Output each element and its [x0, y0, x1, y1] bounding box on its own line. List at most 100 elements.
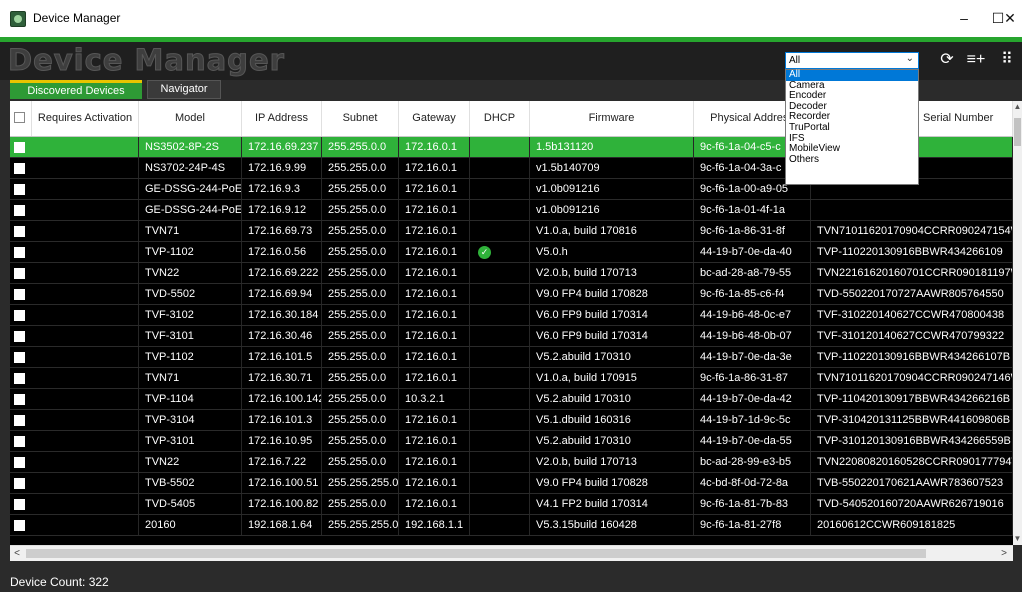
- tab-discovered-devices[interactable]: Discovered Devices: [10, 80, 142, 99]
- row-checkbox[interactable]: [14, 205, 25, 216]
- table-row[interactable]: TVN71 172.16.69.73 255.255.0.0 172.16.0.1 V1…: [10, 221, 1013, 242]
- gateway-cell: 172.16.0.1: [399, 410, 470, 430]
- column-header-model[interactable]: Model: [139, 101, 242, 136]
- row-checkbox[interactable]: [14, 184, 25, 195]
- chevron-down-icon: ⌄: [905, 53, 914, 64]
- subnet-cell: 255.255.0.0: [322, 410, 399, 430]
- scroll-left-icon[interactable]: <: [10, 546, 24, 561]
- column-header-firmware[interactable]: Firmware: [530, 101, 694, 136]
- minimize-button[interactable]: –: [950, 6, 978, 30]
- row-checkbox[interactable]: [14, 436, 25, 447]
- table-row[interactable]: TVD-5405 172.16.100.82 255.255.0.0 172.16.0…: [10, 494, 1013, 515]
- row-checkbox[interactable]: [14, 247, 25, 258]
- ip-address-cell: 192.168.1.64: [242, 515, 322, 535]
- model-cell: TVD-5502: [139, 284, 242, 304]
- scroll-down-icon[interactable]: ▼: [1013, 533, 1022, 545]
- horizontal-scrollbar[interactable]: < >: [10, 545, 1013, 561]
- subnet-cell: 255.255.255.0: [322, 515, 399, 535]
- row-checkbox[interactable]: [14, 331, 25, 342]
- firmware-cell: V2.0.b, build 170713: [530, 263, 694, 283]
- row-checkbox[interactable]: [14, 520, 25, 531]
- row-checkbox[interactable]: [14, 163, 25, 174]
- physical-address-cell: 44-19-b7-0e-da-55: [694, 431, 811, 451]
- subnet-cell: 255.255.255.0: [322, 473, 399, 493]
- column-header-subnet[interactable]: Subnet: [322, 101, 399, 136]
- vertical-scroll-thumb[interactable]: [1014, 118, 1021, 146]
- ip-address-cell: 172.16.30.46: [242, 326, 322, 346]
- close-button[interactable]: ✕: [996, 6, 1022, 30]
- ip-address-cell: 172.16.10.95: [242, 431, 322, 451]
- table-row[interactable]: TVB-5502 172.16.100.51 255.255.255.0 172.16…: [10, 473, 1013, 494]
- ip-address-cell: 172.16.101.3: [242, 410, 322, 430]
- scroll-right-icon[interactable]: >: [997, 546, 1011, 561]
- row-checkbox[interactable]: [14, 226, 25, 237]
- row-checkbox[interactable]: [14, 352, 25, 363]
- gateway-cell: 172.16.0.1: [399, 326, 470, 346]
- firmware-cell: V5.2.abuild 170310: [530, 431, 694, 451]
- serial-number-cell: TVP-110420130917BBWR434266216B: [811, 389, 1013, 409]
- table-row[interactable]: TVD-5502 172.16.69.94 255.255.0.0 172.16.0.…: [10, 284, 1013, 305]
- dhcp-cell: [470, 431, 530, 451]
- device-type-dropdown-list: All Camera Encoder Decoder Recorder TruPortal…: [785, 69, 919, 185]
- vertical-scrollbar[interactable]: [1013, 101, 1022, 545]
- serial-number-cell: TVF-310220140627CCWR470800438: [811, 305, 1013, 325]
- column-header-gateway[interactable]: Gateway: [399, 101, 470, 136]
- subnet-cell: 255.255.0.0: [322, 305, 399, 325]
- dropdown-option[interactable]: TruPortal: [786, 122, 918, 134]
- scroll-up-icon[interactable]: ▲: [1013, 101, 1022, 113]
- ip-address-cell: 172.16.100.51: [242, 473, 322, 493]
- table-row[interactable]: TVN71 172.16.30.71 255.255.0.0 172.16.0.1 V1…: [10, 368, 1013, 389]
- row-checkbox[interactable]: [14, 394, 25, 405]
- column-header-dhcp[interactable]: DHCP: [470, 101, 530, 136]
- app-logo: Device Manager: [8, 43, 285, 78]
- row-checkbox[interactable]: [14, 457, 25, 468]
- dhcp-cell: [470, 473, 530, 493]
- row-checkbox[interactable]: [14, 415, 25, 426]
- row-checkbox[interactable]: [14, 478, 25, 489]
- grid-view-icon[interactable]: ⠿: [997, 50, 1017, 70]
- refresh-icon[interactable]: ⟳: [937, 50, 957, 70]
- row-checkbox[interactable]: [14, 289, 25, 300]
- subnet-cell: 255.255.0.0: [322, 326, 399, 346]
- table-row[interactable]: TVP-3101 172.16.10.95 255.255.0.0 172.16.0.…: [10, 431, 1013, 452]
- firmware-cell: 1.5b131120: [530, 137, 694, 157]
- dropdown-option[interactable]: Others: [786, 154, 918, 166]
- table-row[interactable]: TVN22 172.16.69.222 255.255.0.0 172.16.0.1 V…: [10, 263, 1013, 284]
- table-row[interactable]: TVP-1102 172.16.101.5 255.255.0.0 172.16.0.…: [10, 347, 1013, 368]
- subnet-cell: 255.255.0.0: [322, 284, 399, 304]
- table-row[interactable]: TVP-3104 172.16.101.3 255.255.0.0 172.16.0.…: [10, 410, 1013, 431]
- horizontal-scroll-thumb[interactable]: [26, 549, 926, 558]
- requires-activation-cell: [32, 347, 139, 367]
- serial-number-cell: TVN22080820160528CCRR090177794W0: [811, 452, 1013, 472]
- table-row[interactable]: TVP-1102 172.16.0.56 255.255.0.0 172.16.0.1…: [10, 242, 1013, 263]
- physical-address-cell: bc-ad-28-99-e3-b5: [694, 452, 811, 472]
- table-row[interactable]: 20160 192.168.1.64 255.255.255.0 192.168.1.…: [10, 515, 1013, 536]
- row-checkbox[interactable]: [14, 373, 25, 384]
- dropdown-option[interactable]: All: [786, 69, 918, 81]
- physical-address-cell: 44-19-b6-48-0c-e7: [694, 305, 811, 325]
- row-checkbox[interactable]: [14, 142, 25, 153]
- requires-activation-cell: [32, 452, 139, 472]
- model-cell: TVF-3101: [139, 326, 242, 346]
- table-row[interactable]: TVP-1104 172.16.100.142 255.255.0.0 10.3.2.…: [10, 389, 1013, 410]
- table-row[interactable]: TVF-3102 172.16.30.184 255.255.0.0 172.16.0…: [10, 305, 1013, 326]
- gateway-cell: 172.16.0.1: [399, 305, 470, 325]
- column-header-ip-address[interactable]: IP Address: [242, 101, 322, 136]
- row-checkbox[interactable]: [14, 499, 25, 510]
- add-list-icon[interactable]: ≡+: [966, 50, 986, 70]
- serial-number-cell: [811, 200, 1013, 220]
- row-checkbox[interactable]: [14, 310, 25, 321]
- gateway-cell: 172.16.0.1: [399, 431, 470, 451]
- row-checkbox[interactable]: [14, 268, 25, 279]
- physical-address-cell: 44-19-b6-48-0b-07: [694, 326, 811, 346]
- subnet-cell: 255.255.0.0: [322, 494, 399, 514]
- gateway-cell: 172.16.0.1: [399, 158, 470, 178]
- select-all-checkbox[interactable]: [14, 112, 25, 123]
- device-type-filter[interactable]: All ⌄: [785, 52, 919, 69]
- table-row[interactable]: GE-DSSG-244-PoE 172.16.9.12 255.255.0.0 172…: [10, 200, 1013, 221]
- ip-address-cell: 172.16.69.237: [242, 137, 322, 157]
- column-header-requires-activation[interactable]: Requires Activation: [32, 101, 139, 136]
- table-row[interactable]: TVF-3101 172.16.30.46 255.255.0.0 172.16.0.…: [10, 326, 1013, 347]
- tab-navigator[interactable]: Navigator: [147, 80, 221, 99]
- table-row[interactable]: TVN22 172.16.7.22 255.255.0.0 172.16.0.1 V2.…: [10, 452, 1013, 473]
